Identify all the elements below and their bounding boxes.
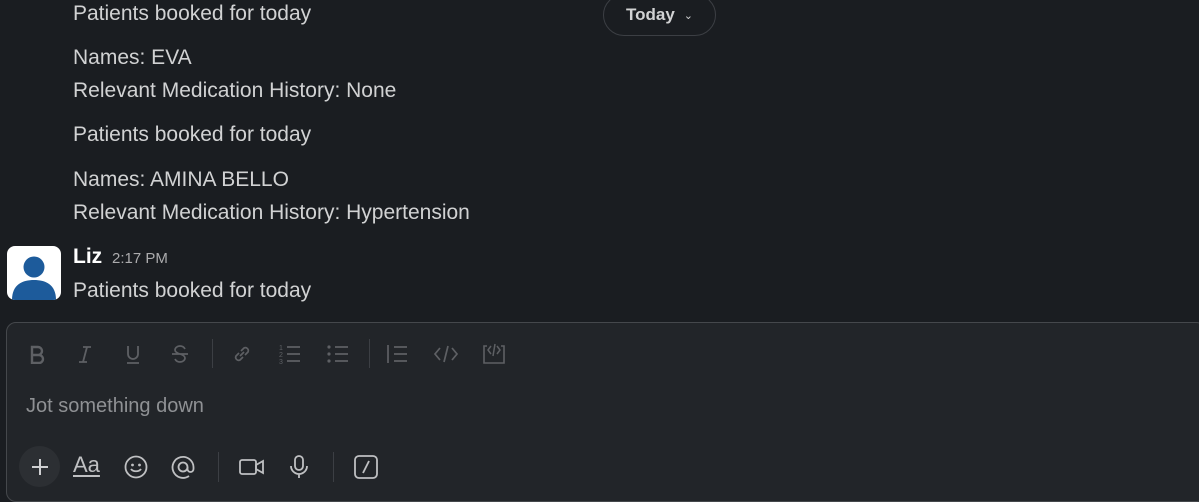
- toolbar-divider: [333, 452, 334, 482]
- link-icon[interactable]: [229, 341, 255, 367]
- message-input[interactable]: Jot something down: [26, 395, 204, 418]
- user-avatar-icon: [12, 256, 56, 300]
- toolbar-divider: [212, 339, 213, 368]
- date-divider-label: Today: [625, 5, 675, 24]
- svg-text:3: 3: [279, 359, 283, 365]
- italic-icon[interactable]: [72, 341, 98, 367]
- message-line: Patients booked for today: [73, 123, 312, 146]
- underline-icon[interactable]: [120, 341, 146, 367]
- chevron-down-icon: ⌄: [683, 9, 694, 22]
- message-text: Patients booked for today: [73, 279, 312, 302]
- toolbar-divider: [218, 452, 219, 482]
- bulleted-list-icon[interactable]: [325, 341, 351, 367]
- toolbar-divider: [369, 339, 370, 368]
- message-timestamp[interactable]: 2:17 PM: [112, 250, 168, 267]
- message-line: Relevant Medication History: None: [73, 79, 397, 102]
- slash-command-icon[interactable]: [351, 452, 381, 482]
- ordered-list-icon[interactable]: 123: [277, 341, 303, 367]
- code-icon[interactable]: [433, 341, 459, 367]
- mention-icon[interactable]: [168, 452, 198, 482]
- svg-text:1: 1: [279, 345, 283, 352]
- message-line: Patients booked for today: [73, 2, 312, 25]
- video-icon[interactable]: [237, 452, 267, 482]
- strikethrough-icon[interactable]: [167, 341, 193, 367]
- bold-icon[interactable]: [24, 341, 50, 367]
- formatting-icon[interactable]: Aa: [73, 452, 100, 478]
- blockquote-icon[interactable]: [384, 341, 410, 367]
- message-line: Relevant Medication History: Hypertensio…: [73, 201, 470, 224]
- avatar[interactable]: [7, 246, 61, 300]
- svg-text:2: 2: [279, 352, 283, 359]
- code-block-icon[interactable]: [481, 341, 507, 367]
- emoji-icon[interactable]: [121, 452, 151, 482]
- plus-icon[interactable]: [19, 446, 60, 487]
- message-author[interactable]: Liz: [73, 245, 102, 269]
- date-divider-button[interactable]: Today ⌄: [603, 0, 716, 36]
- message-line: Names: AMINA BELLO: [73, 168, 289, 191]
- message-line: Names: EVA: [73, 46, 192, 69]
- microphone-icon[interactable]: [284, 452, 314, 482]
